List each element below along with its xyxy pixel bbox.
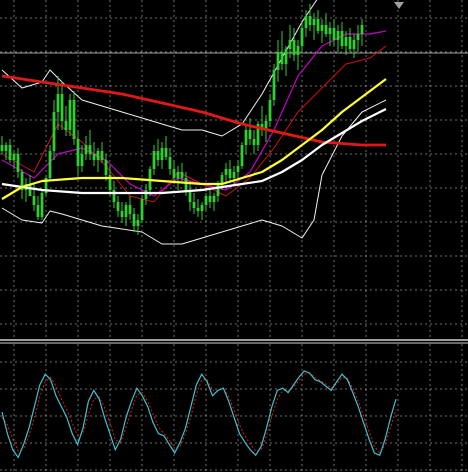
bollinger-lower-line [1, 99, 387, 245]
candle-body [284, 49, 288, 64]
candle-body [80, 154, 84, 166]
candle-body [52, 112, 56, 151]
candle-body [120, 211, 124, 217]
candle-body [104, 160, 108, 175]
candle-body [348, 37, 352, 49]
candle-body [324, 25, 328, 34]
candle-body [8, 145, 12, 160]
chart-shift-marker-icon [394, 2, 404, 9]
candle-body [40, 193, 44, 217]
candle-body [248, 130, 252, 139]
fast-ma-magenta-line [1, 30, 387, 197]
candle-body [84, 145, 88, 154]
candle-body [296, 46, 300, 55]
candle-body [208, 196, 212, 202]
candle-body [184, 178, 188, 190]
candle-body [268, 100, 272, 121]
candle-body [352, 40, 356, 49]
candle-body [60, 94, 64, 121]
grid [0, 0, 468, 472]
candle-body [244, 130, 248, 145]
candle-body [48, 151, 52, 178]
main-price-panel [0, 0, 387, 245]
candle-body [252, 139, 256, 145]
oscillator-panel [1, 370, 397, 459]
candle-body [288, 40, 292, 49]
candle-body [328, 28, 332, 34]
candle-body [76, 139, 80, 166]
candle-body [140, 199, 144, 220]
candle-body [200, 205, 204, 211]
candle-body [280, 52, 284, 64]
bollinger-upper-line [1, 0, 318, 137]
candle-body [292, 40, 296, 55]
candle-body [176, 172, 180, 178]
candle-body [72, 100, 76, 139]
candle-body [116, 202, 120, 211]
candle-body [240, 145, 244, 166]
candle-body [136, 220, 140, 226]
candle-body [164, 148, 168, 157]
candle-body [56, 94, 60, 112]
candle-body [96, 151, 100, 160]
candle-body [144, 190, 148, 199]
candle-body [212, 196, 216, 202]
candle-body [124, 205, 128, 217]
candle-body [272, 70, 276, 100]
candle-body [224, 169, 228, 175]
candle-body [160, 148, 164, 160]
candle-body [132, 214, 136, 226]
candle-body [216, 184, 220, 196]
candle-body [4, 145, 8, 151]
oscillator-signal-line [1, 372, 397, 454]
candle-body [360, 25, 364, 34]
candle-body [152, 151, 156, 169]
candle-body [276, 52, 280, 70]
chart-canvas [0, 0, 468, 472]
candle-body [128, 205, 132, 214]
candle-body [12, 154, 16, 160]
candle-body [32, 196, 36, 205]
candle-body [172, 169, 176, 178]
candle-body [308, 16, 312, 25]
candle-body [64, 121, 68, 130]
candle-body [168, 157, 172, 169]
candle-body [156, 151, 160, 160]
chart-root [0, 0, 468, 472]
candle-body [180, 172, 184, 178]
candle-body [112, 190, 116, 202]
candle-body [320, 25, 324, 31]
candle-body [236, 166, 240, 172]
candle-body [304, 16, 308, 28]
candle-body [316, 19, 320, 31]
candle-body [232, 172, 236, 178]
ui-overlay [394, 2, 404, 9]
candle-body [36, 205, 40, 217]
candle-body [300, 28, 304, 46]
candle-body [16, 154, 20, 172]
slow-ma-red-line [1, 74, 386, 147]
candle-body [204, 196, 208, 205]
candle-body [312, 19, 316, 25]
candle-body [92, 154, 96, 160]
candle-body [68, 100, 72, 130]
candle-body [192, 202, 196, 208]
candle-body [100, 151, 104, 160]
candle-body [228, 169, 232, 178]
candle-body [356, 34, 360, 40]
candle-body [344, 37, 348, 46]
candle-body [340, 31, 344, 46]
candle-body [196, 208, 200, 211]
candle-body [0, 145, 4, 151]
candle-body [332, 28, 336, 40]
ma-yellow-line [1, 78, 387, 200]
oscillator-main-line [1, 370, 397, 459]
candle-body [88, 145, 92, 154]
candle-body [336, 31, 340, 40]
